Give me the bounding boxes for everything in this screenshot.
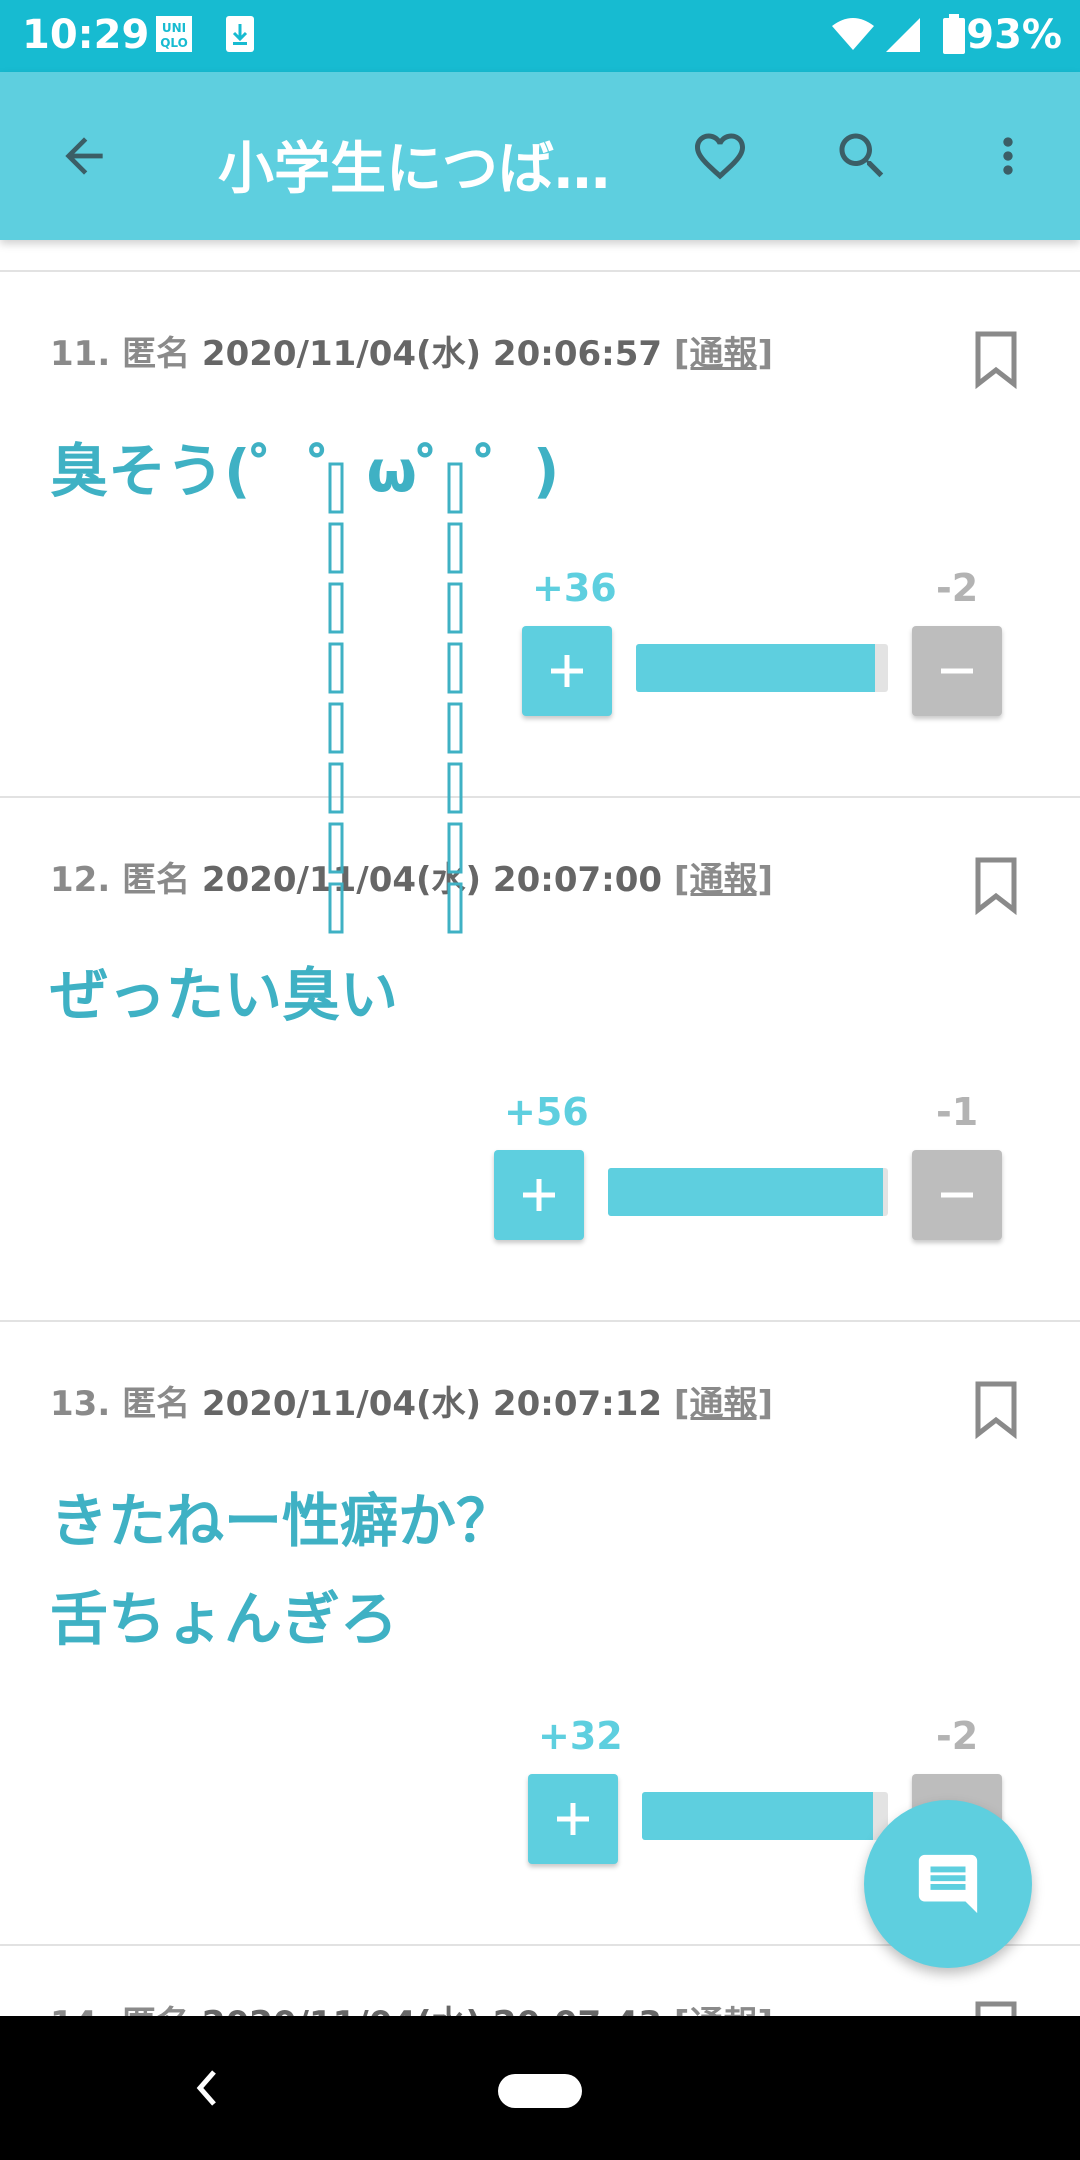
bookmark-icon [975, 857, 1017, 916]
minus-button[interactable] [912, 626, 1002, 716]
svg-text:UNI: UNI [162, 21, 186, 35]
minus-count: -2 [936, 1714, 979, 1758]
bookmark-button[interactable] [972, 856, 1020, 916]
favorite-button[interactable] [676, 112, 764, 200]
nav-home-button[interactable] [498, 2074, 582, 2108]
search-icon [839, 133, 884, 178]
plus-icon [523, 1179, 555, 1211]
post-body-line: きたねー性癖か？ [50, 1487, 515, 1555]
post-meta: 12. 匿名 2020/11/04(水) 20:07:00 [通報] [50, 852, 773, 901]
post-body: ぜったい臭い [50, 946, 398, 1044]
system-nav-bar [0, 2016, 1080, 2160]
minus-button[interactable] [912, 1150, 1002, 1240]
vote-ratio-fill [642, 1792, 874, 1840]
post-date: 2020/11/04(水) 20:07:12 [201, 1384, 663, 1424]
status-bar: 10:29 UNI QLO 93% [0, 0, 1080, 72]
post-body-line: 舌ちょんぎろ [50, 1585, 399, 1653]
wifi-icon [830, 14, 876, 58]
plus-button[interactable] [522, 626, 612, 716]
post-number: 12. [50, 860, 111, 900]
minus-count: -1 [936, 1090, 979, 1134]
bookmark-icon [975, 1381, 1017, 1440]
report-link[interactable]: [通報] [674, 1384, 773, 1424]
post-author: 匿名 [122, 860, 191, 900]
post-author: 匿名 [122, 1384, 191, 1424]
vote-ratio-bar [642, 1792, 888, 1840]
post-body: きたねー性癖か？ 舌ちょんぎろ [50, 1472, 514, 1668]
report-link[interactable]: [通報] [674, 334, 773, 374]
battery-percent: 93% [966, 12, 1062, 58]
post-author: 匿名 [122, 334, 191, 374]
post-number: 13. [50, 1384, 111, 1424]
vote-ratio-fill [608, 1168, 883, 1216]
vote-ratio-bar [608, 1168, 888, 1216]
plus-count: +36 [532, 566, 617, 610]
heart-icon [695, 133, 745, 180]
page-title: 小学生につば… [218, 137, 610, 202]
status-time: 10:29 [22, 12, 150, 58]
uniqlo-notification-icon: UNI QLO [154, 14, 194, 58]
vote-ratio-fill [636, 644, 875, 692]
plus-count: +32 [538, 1714, 623, 1758]
post-body-line: 臭そう(゜゜ω゜゜) [50, 437, 560, 505]
nav-back-button[interactable] [186, 2056, 226, 2120]
back-button[interactable] [40, 112, 128, 200]
post-number: 11. [50, 334, 111, 374]
plus-count: +56 [504, 1090, 589, 1134]
comment-fab-button[interactable] [864, 1800, 1032, 1968]
post-body-line: ぜったい臭い [50, 961, 399, 1029]
post-meta: 13. 匿名 2020/11/04(水) 20:07:12 [通報] [50, 1376, 773, 1425]
more-options-button[interactable] [964, 112, 1052, 200]
minus-icon [941, 1192, 973, 1198]
battery-icon [942, 14, 966, 60]
nav-back-icon [196, 2070, 216, 2106]
post-date: 2020/11/04(水) 20:07:00 [201, 860, 663, 900]
minus-icon [941, 668, 973, 674]
app-bar: 小学生につば… [0, 72, 1080, 240]
plus-icon [551, 655, 583, 687]
post-body: 臭そう(゜゜ω゜゜) [50, 422, 559, 520]
post-meta: 11. 匿名 2020/11/04(水) 20:06:57 [通報] [50, 326, 773, 375]
download-notification-icon [222, 14, 258, 58]
post-date: 2020/11/04(水) 20:06:57 [201, 334, 663, 374]
plus-button[interactable] [528, 1774, 618, 1864]
back-arrow-icon [65, 137, 103, 175]
more-vert-icon [1003, 137, 1013, 175]
minus-count: -2 [936, 566, 979, 610]
bookmark-button[interactable] [972, 330, 1020, 390]
search-button[interactable] [818, 112, 906, 200]
vote-ratio-bar [636, 644, 888, 692]
signal-icon [884, 14, 922, 58]
plus-icon [557, 1803, 589, 1835]
divider [0, 796, 1080, 798]
plus-button[interactable] [494, 1150, 584, 1240]
svg-text:QLO: QLO [160, 36, 188, 50]
bookmark-button[interactable] [972, 1380, 1020, 1440]
divider [0, 270, 1080, 272]
report-link[interactable]: [通報] [674, 860, 773, 900]
comment-icon [918, 1854, 978, 1914]
bookmark-icon [975, 331, 1017, 390]
divider [0, 1320, 1080, 1322]
